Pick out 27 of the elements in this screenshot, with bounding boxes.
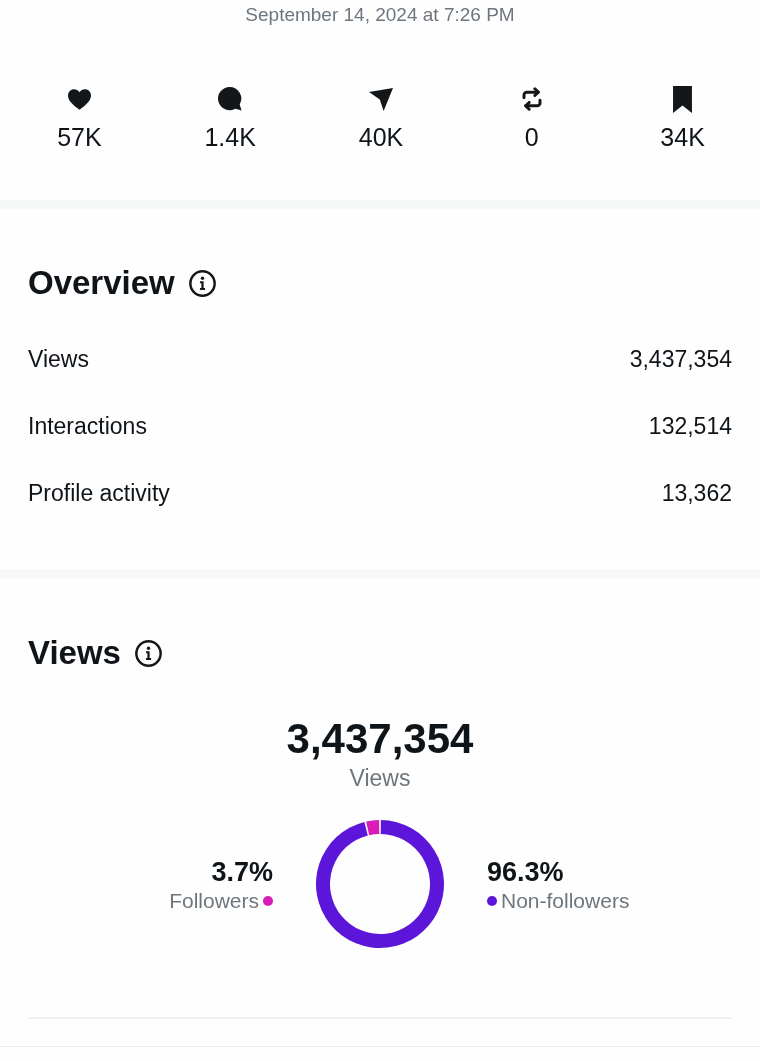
- percentage-value: 96.3%: [487, 856, 564, 887]
- metric-label: Views: [28, 346, 89, 373]
- engagement-count: 34K: [660, 122, 705, 152]
- speech-bubble-icon: [218, 87, 243, 111]
- metric-value: 3,437,354: [629, 346, 732, 373]
- heart-icon: [67, 88, 91, 110]
- metric-value: 13,362: [661, 480, 732, 507]
- section-heading: Overview: [28, 263, 175, 303]
- engagement-count: 0: [524, 122, 539, 152]
- engagement-count: 57K: [57, 122, 102, 152]
- legend-label: Non-followers: [501, 887, 630, 914]
- paper-plane-icon: [369, 87, 393, 111]
- repost-icon: [520, 87, 543, 111]
- info-icon[interactable]: [188, 269, 216, 297]
- info-icon[interactable]: [134, 639, 162, 667]
- total-views-value: 3,437,354: [286, 715, 474, 763]
- post-timestamp: September 14, 2024 at 7:26 PM: [245, 3, 515, 27]
- metric-label: Profile activity: [28, 480, 170, 507]
- section-heading: Views: [28, 633, 121, 673]
- percentage-value: 3.7%: [211, 856, 273, 887]
- legend-label: Followers: [169, 887, 259, 914]
- metric-value: 132,514: [648, 413, 732, 440]
- metric-label: Interactions: [28, 413, 147, 440]
- engagement-count: 1.4K: [204, 122, 256, 152]
- total-views-label: Views: [349, 764, 411, 792]
- engagement-count: 40K: [358, 122, 404, 152]
- bookmark-icon: [672, 85, 694, 113]
